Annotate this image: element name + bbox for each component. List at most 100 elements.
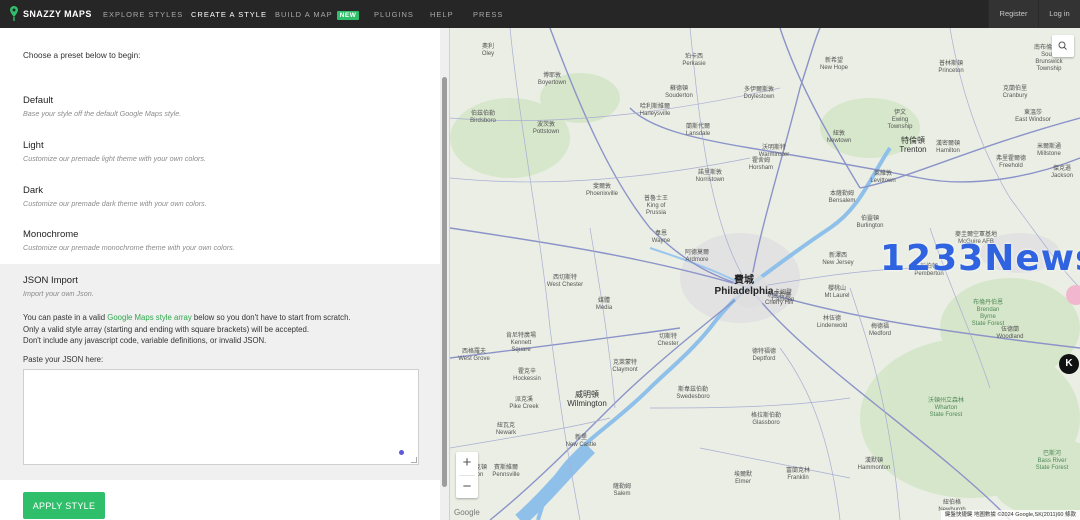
map-label: 紐瓦克 Newark — [495, 423, 517, 436]
k-app-icon[interactable]: K — [1059, 354, 1079, 374]
nav-build-a-map[interactable]: BUILD A MAP NEW — [275, 10, 360, 20]
floating-extension-icon[interactable] — [1066, 285, 1080, 305]
google-maps-style-array-link[interactable]: Google Maps style array — [107, 313, 192, 322]
map-label: 西切斯特 West Chester — [546, 275, 584, 288]
preset-default[interactable]: Default Base your style off the default … — [0, 95, 441, 139]
nav-create-a-style[interactable]: CREATE A STYLE — [191, 10, 267, 19]
map-label: 漢密爾頓 Hamilton — [935, 141, 961, 154]
map-label: 西格羅夫 West Grove — [458, 349, 490, 362]
json-import-help: You can paste in a valid Google Maps sty… — [23, 312, 418, 347]
map-label: 巴斯河 Bass River State Forest — [1035, 451, 1069, 471]
map-label: 克萊蒙特 Claymont — [612, 360, 638, 373]
top-navbar: SNAZZY MAPS EXPLORE STYLES CREATE A STYL… — [0, 0, 1080, 28]
register-button[interactable]: Register — [988, 0, 1038, 28]
map-label: 哈利斯維爾 Harleysville — [639, 104, 671, 117]
zoom-controls: + − — [456, 452, 478, 498]
zoom-out-button[interactable]: − — [456, 476, 478, 499]
map-label: 蘇德頓 Souderton — [665, 86, 693, 99]
map-label: 韋恩 Wayne — [651, 231, 671, 244]
panel-scrollbar[interactable] — [440, 28, 449, 520]
map-label: 諾里斯敦 Norristown — [695, 170, 725, 183]
preset-description: Customize our premade dark theme with yo… — [23, 199, 207, 208]
login-button[interactable]: Log in — [1038, 0, 1080, 28]
nav-plugins[interactable]: PLUGINS — [374, 10, 414, 19]
style-editor-panel: Choose a preset below to begin: Default … — [0, 28, 450, 520]
map-label: 珀卡西 Perkasie — [682, 54, 706, 67]
json-input[interactable] — [23, 368, 419, 465]
preset-title: Light — [23, 140, 44, 151]
map-label: 弗里霍爾德 Freehold — [995, 156, 1027, 169]
map-label: 博耶敦 Boyertown — [537, 73, 567, 86]
map-label: 新澤西 New Jersey — [822, 253, 854, 266]
map-label: 東溫莎 East Windsor — [1015, 110, 1051, 123]
map-label: 普林斯頓 Princeton — [938, 61, 964, 74]
map-label: 伯茲伯勒 Birdsboro — [470, 111, 496, 124]
map-label: 薩勒姆 Salem — [612, 484, 632, 497]
apply-style-button[interactable]: APPLY STYLE — [23, 492, 105, 519]
map-label: 媒體 Media — [595, 298, 613, 311]
preset-title: Dark — [23, 185, 44, 196]
new-badge: NEW — [336, 11, 360, 20]
paste-json-label: Paste your JSON here: — [23, 354, 104, 364]
map-label: 米爾斯通 Millstone — [1036, 144, 1062, 157]
map-label: 蘭斯代爾 Lansdale — [685, 124, 711, 137]
map-label: 梅德福 Medford — [868, 324, 892, 337]
preset-description: Base your style off the default Google M… — [23, 109, 182, 118]
map-label: 斐爾敦 Phoenixville — [585, 184, 619, 197]
map-attribution[interactable]: 鍵盤快捷鍵 地圖數據 ©2024 Google,SK(2011)60 條款 — [940, 510, 1080, 520]
map-label: 克蘭伯里 Cranbury — [1002, 86, 1028, 99]
zoom-in-button[interactable]: + — [456, 452, 478, 475]
extension-indicator-icon — [399, 449, 404, 455]
map-label: 伊文 Ewing Township — [887, 110, 913, 130]
map-label: 奧利 Oley — [481, 44, 495, 57]
map-label: 本薩勒姆 Bensalem — [828, 191, 856, 204]
map-label: 切里希爾 Cherry Hill — [764, 293, 794, 306]
brand-logo[interactable]: SNAZZY MAPS — [10, 6, 92, 21]
google-logo: Google — [454, 508, 480, 517]
map-search-button[interactable] — [1052, 35, 1074, 57]
map-label: 賓斯維爾 Pennsville — [492, 465, 520, 478]
map-label: 漢默頓 Hammonton — [857, 458, 891, 471]
map-label: 林伍德 Lindenwold — [816, 316, 848, 329]
preset-light[interactable]: Light Customize our premade light theme … — [0, 140, 441, 184]
map-label: 萊維敦 Levittown — [870, 171, 896, 184]
map-label: 霍舍姆 Horsham — [748, 158, 774, 171]
map-label: 波茨敦 Pottstown — [532, 122, 560, 135]
scrollbar-thumb[interactable] — [442, 77, 447, 487]
map-label: 特倫頓 Trenton — [899, 136, 927, 154]
map-label: 肯尼特廣場 Kennett Square — [505, 333, 537, 353]
map-label: 伯靈頓 Burlington — [856, 216, 884, 229]
resize-handle[interactable] — [411, 456, 417, 463]
auth-links: Register Log in — [988, 0, 1080, 28]
map-preview[interactable]: 費城 Philadelphia 特倫頓 Trenton 威明頓 Wilmington … — [450, 28, 1080, 520]
json-import-description: Import your own Json. — [23, 289, 94, 298]
nav-press[interactable]: PRESS — [473, 10, 503, 19]
preset-title: Monochrome — [23, 229, 79, 240]
help-text: You can paste in a valid — [23, 313, 108, 322]
json-import-title: JSON Import — [23, 275, 78, 286]
map-label: 新堡 New Castle — [565, 435, 597, 448]
panel-content: Choose a preset below to begin: Default … — [0, 28, 441, 520]
map-label: 布倫丹伯恩 Brendan Byrne State Forest — [971, 300, 1005, 327]
map-label: 德特福德 Deptford — [751, 349, 777, 362]
preset-description: Customize our premade monochrome theme w… — [23, 243, 235, 252]
map-label: 沃頓州立森林 Wharton State Forest — [927, 398, 965, 418]
preset-intro: Choose a preset below to begin: — [23, 51, 141, 60]
help-text: below so you don't have to start from sc… — [191, 313, 351, 322]
map-label: 新希望 New Hope — [819, 58, 849, 71]
nav-help[interactable]: HELP — [430, 10, 454, 19]
help-text: Only a valid style array (starting and e… — [23, 324, 310, 334]
map-pin-icon — [10, 6, 18, 21]
map-label: 霍克辛 Hockessin — [513, 369, 541, 382]
map-label: 傑克遜 Jackson — [1050, 166, 1074, 179]
map-label: 沃明斯特 Warminster — [758, 145, 790, 158]
preset-dark[interactable]: Dark Customize our premade dark theme wi… — [0, 185, 441, 229]
map-label: 紐敦 Newtown — [826, 131, 852, 144]
watermark-text: 1233News — [880, 238, 1080, 279]
preset-description: Customize our premade light theme with y… — [23, 154, 206, 163]
search-icon — [1058, 41, 1067, 50]
map-label: 櫻桃山 Mt Laurel — [824, 286, 850, 299]
map-label: 阿德莫爾 Ardmore — [684, 250, 710, 263]
nav-explore-styles[interactable]: EXPLORE STYLES — [103, 10, 183, 19]
brand-name: SNAZZY MAPS — [23, 8, 92, 19]
